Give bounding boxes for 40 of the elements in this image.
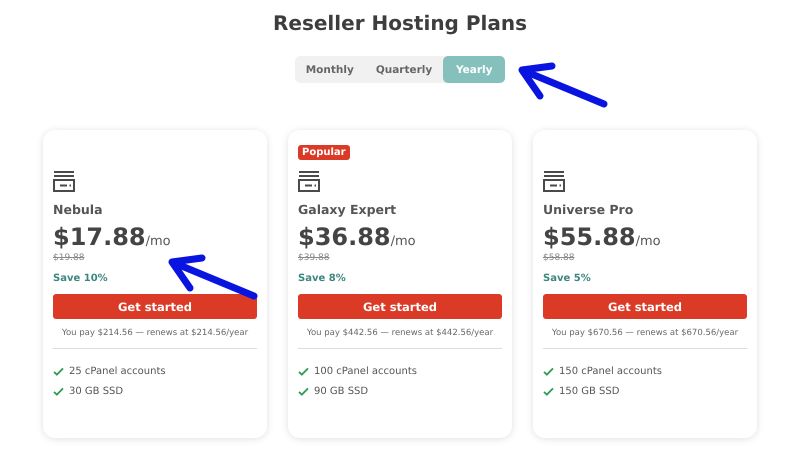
price-period: /mo <box>390 234 416 249</box>
get-started-button[interactable]: Get started <box>543 294 747 319</box>
savings-text: Save 5% <box>543 273 592 284</box>
billing-tab[interactable]: Quarterly <box>364 56 444 83</box>
check-icon <box>298 386 309 396</box>
popular-badge: Popular <box>298 145 350 160</box>
old-price: $58.88 <box>543 253 576 263</box>
check-icon <box>53 366 64 376</box>
plan-name: Galaxy Expert <box>298 202 398 217</box>
renewal-note: You pay $670.56 — renews at $670.56/year <box>550 328 740 338</box>
page-title: Reseller Hosting Plans <box>272 10 527 36</box>
feature-text: 100 cPanel accounts <box>314 366 417 376</box>
check-icon <box>53 386 64 396</box>
get-started-button[interactable]: Get started <box>298 294 502 319</box>
plan-price: $36.88 <box>298 223 391 251</box>
old-price: $39.88 <box>298 253 330 263</box>
billing-tab[interactable]: Monthly <box>294 56 365 83</box>
get-started-button[interactable]: Get started <box>53 294 257 319</box>
savings-text: Save 8% <box>298 273 347 284</box>
renewal-note: You pay $214.56 — renews at $214.56/year <box>60 328 250 338</box>
server-icon <box>543 170 565 192</box>
feature-text: 30 GB SSD <box>69 386 124 396</box>
feature-text: 25 cPanel accounts <box>69 366 166 376</box>
feature-text: 90 GB SSD <box>314 386 368 396</box>
feature-text: 150 cPanel accounts <box>559 366 662 376</box>
plan-name: Nebula <box>53 202 104 217</box>
feature-text: 150 GB SSD <box>559 386 620 396</box>
check-icon <box>543 366 554 376</box>
server-icon <box>298 170 320 192</box>
plan-price: $55.88 <box>543 223 636 251</box>
renewal-note: You pay $442.56 — renews at $442.56/year <box>306 328 494 338</box>
check-icon <box>298 366 309 376</box>
server-icon <box>53 170 75 192</box>
plan-price: $17.88 <box>53 223 146 251</box>
old-price: $19.88 <box>53 253 86 263</box>
plan-name: Universe Pro <box>543 202 634 217</box>
price-period: /mo <box>636 234 661 249</box>
savings-text: Save 10% <box>53 273 109 284</box>
check-icon <box>543 386 554 396</box>
price-period: /mo <box>146 234 171 249</box>
